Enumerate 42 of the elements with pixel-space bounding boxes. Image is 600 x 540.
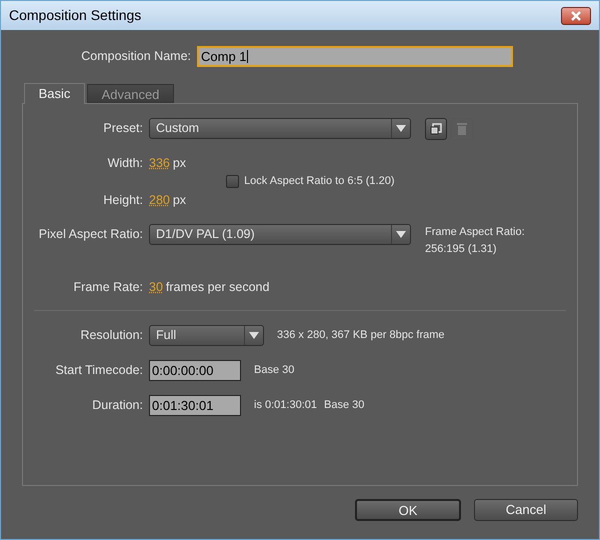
field-label: Preset: [102,120,144,138]
tab[interactable]: Basic [24,83,85,104]
width-value[interactable]: 336 [149,154,170,172]
field-label: Frame Rate: [72,278,144,296]
checkbox[interactable] [226,175,240,188]
height-value[interactable]: 280 [149,190,170,210]
field-label: Width: [106,154,144,172]
field-label: Resolution: [79,327,144,344]
dropdown-arrow-icon [396,125,406,132]
frame-aspect-label: Frame Aspect Ratio: [425,225,525,240]
unit-label: px [172,154,186,172]
checkbox-label: Lock Aspect Ratio to 6:5 (1.20) [244,174,394,190]
field-label: Duration: [91,397,144,414]
pixel-aspect-dropdown[interactable]: D1/DV PAL (1.09) [149,224,411,245]
field-label: Height: [102,192,144,209]
close-icon [570,10,582,20]
resolution-dropdown[interactable]: Full [149,325,264,346]
dialog-button[interactable]: Cancel [474,499,578,521]
field-label: Start Timecode: [54,362,144,380]
duration-field[interactable]: 0:01:30:01 [149,395,241,416]
save-preset-button[interactable] [425,118,447,140]
dropdown-arrow-icon [249,332,259,339]
field-label: Pixel Aspect Ratio: [38,226,144,243]
unit-label: px [172,192,186,209]
stacked-squares-icon [430,122,442,134]
timecode-base: Base 30 [324,398,364,414]
dialog-button[interactable]: OK [355,499,461,521]
field-label: Composition Name: [80,48,192,66]
dropdown-arrow-icon [396,231,406,238]
resolution-info: 336 x 280, 367 KB per 8bpc frame [277,328,445,344]
window-title: Composition Settings [9,6,142,25]
composition-name-field[interactable]: Comp 1 [197,46,513,67]
duration-equivalent: is 0:01:30:01 [254,398,317,414]
start-timecode-field[interactable]: 0:00:00:00 [149,360,241,381]
close-button[interactable] [561,6,591,24]
frame-rate-value[interactable]: 30 [149,278,163,296]
trash-icon [456,122,468,135]
frame-aspect-value: 256:195 (1.31) [425,242,498,257]
preset-dropdown[interactable]: Custom [149,118,411,139]
tab[interactable]: Advanced [87,84,174,103]
unit-label: frames per second [166,278,270,296]
timecode-base: Base 30 [254,363,294,378]
